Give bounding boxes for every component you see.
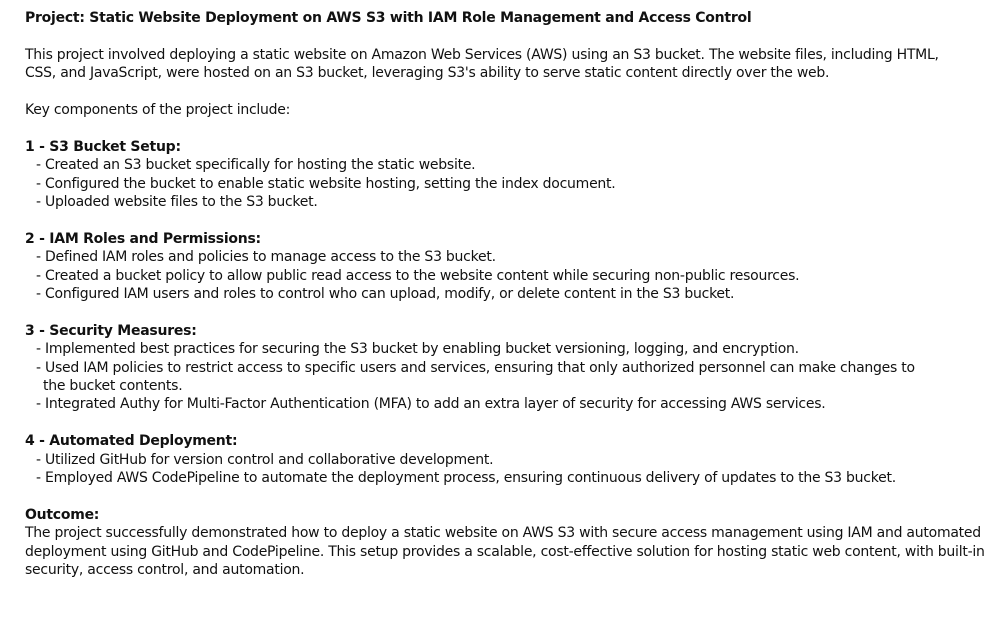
list-item: - Used IAM policies to restrict access t… bbox=[36, 359, 915, 376]
list-item: - Uploaded website files to the S3 bucke… bbox=[36, 194, 318, 211]
document-body: Project: Static Website Deployment on AW… bbox=[25, 9, 985, 580]
section-automated-deployment: 4 - Automated Deployment: - Utilized Git… bbox=[25, 432, 970, 487]
section-security-measures: 3 - Security Measures: - Implemented bes… bbox=[25, 322, 970, 414]
list-item: - Created a bucket policy to allow publi… bbox=[36, 267, 800, 284]
outcome-line: security, access control, and automation… bbox=[25, 562, 305, 579]
list-item: - Configured the bucket to enable static… bbox=[36, 175, 616, 192]
intro-line: CSS, and JavaScript, were hosted on an S… bbox=[25, 65, 830, 82]
outcome-line: deployment using GitHub and CodePipeline… bbox=[25, 543, 985, 560]
section-heading: 4 - Automated Deployment: bbox=[25, 433, 238, 450]
page-title: Project: Static Website Deployment on AW… bbox=[25, 10, 752, 26]
list-item: - Defined IAM roles and policies to mana… bbox=[36, 249, 496, 266]
outcome-heading: Outcome: bbox=[25, 506, 100, 523]
section-heading: 2 - IAM Roles and Permissions: bbox=[25, 230, 261, 247]
section-outcome: Outcome: The project successfully demons… bbox=[25, 506, 985, 580]
list-item: - Configured IAM users and roles to cont… bbox=[36, 286, 735, 303]
section-heading: 3 - Security Measures: bbox=[25, 322, 197, 339]
list-item: - Utilized GitHub for version control an… bbox=[36, 451, 494, 468]
key-components-label: Key components of the project include: bbox=[25, 102, 291, 118]
intro-line: This project involved deploying a static… bbox=[25, 46, 939, 63]
list-item: - Implemented best practices for securin… bbox=[36, 341, 799, 358]
list-item-continuation: the bucket contents. bbox=[43, 378, 183, 395]
section-heading: 1 - S3 Bucket Setup: bbox=[25, 138, 181, 155]
outcome-line: The project successfully demonstrated ho… bbox=[25, 525, 981, 542]
list-item: - Integrated Authy for Multi-Factor Auth… bbox=[36, 396, 826, 413]
section-s3-bucket-setup: 1 - S3 Bucket Setup: - Created an S3 buc… bbox=[25, 138, 970, 212]
list-item: - Employed AWS CodePipeline to automate … bbox=[36, 470, 896, 487]
section-iam-roles: 2 - IAM Roles and Permissions: - Defined… bbox=[25, 230, 970, 304]
list-item: - Created an S3 bucket specifically for … bbox=[36, 157, 476, 174]
